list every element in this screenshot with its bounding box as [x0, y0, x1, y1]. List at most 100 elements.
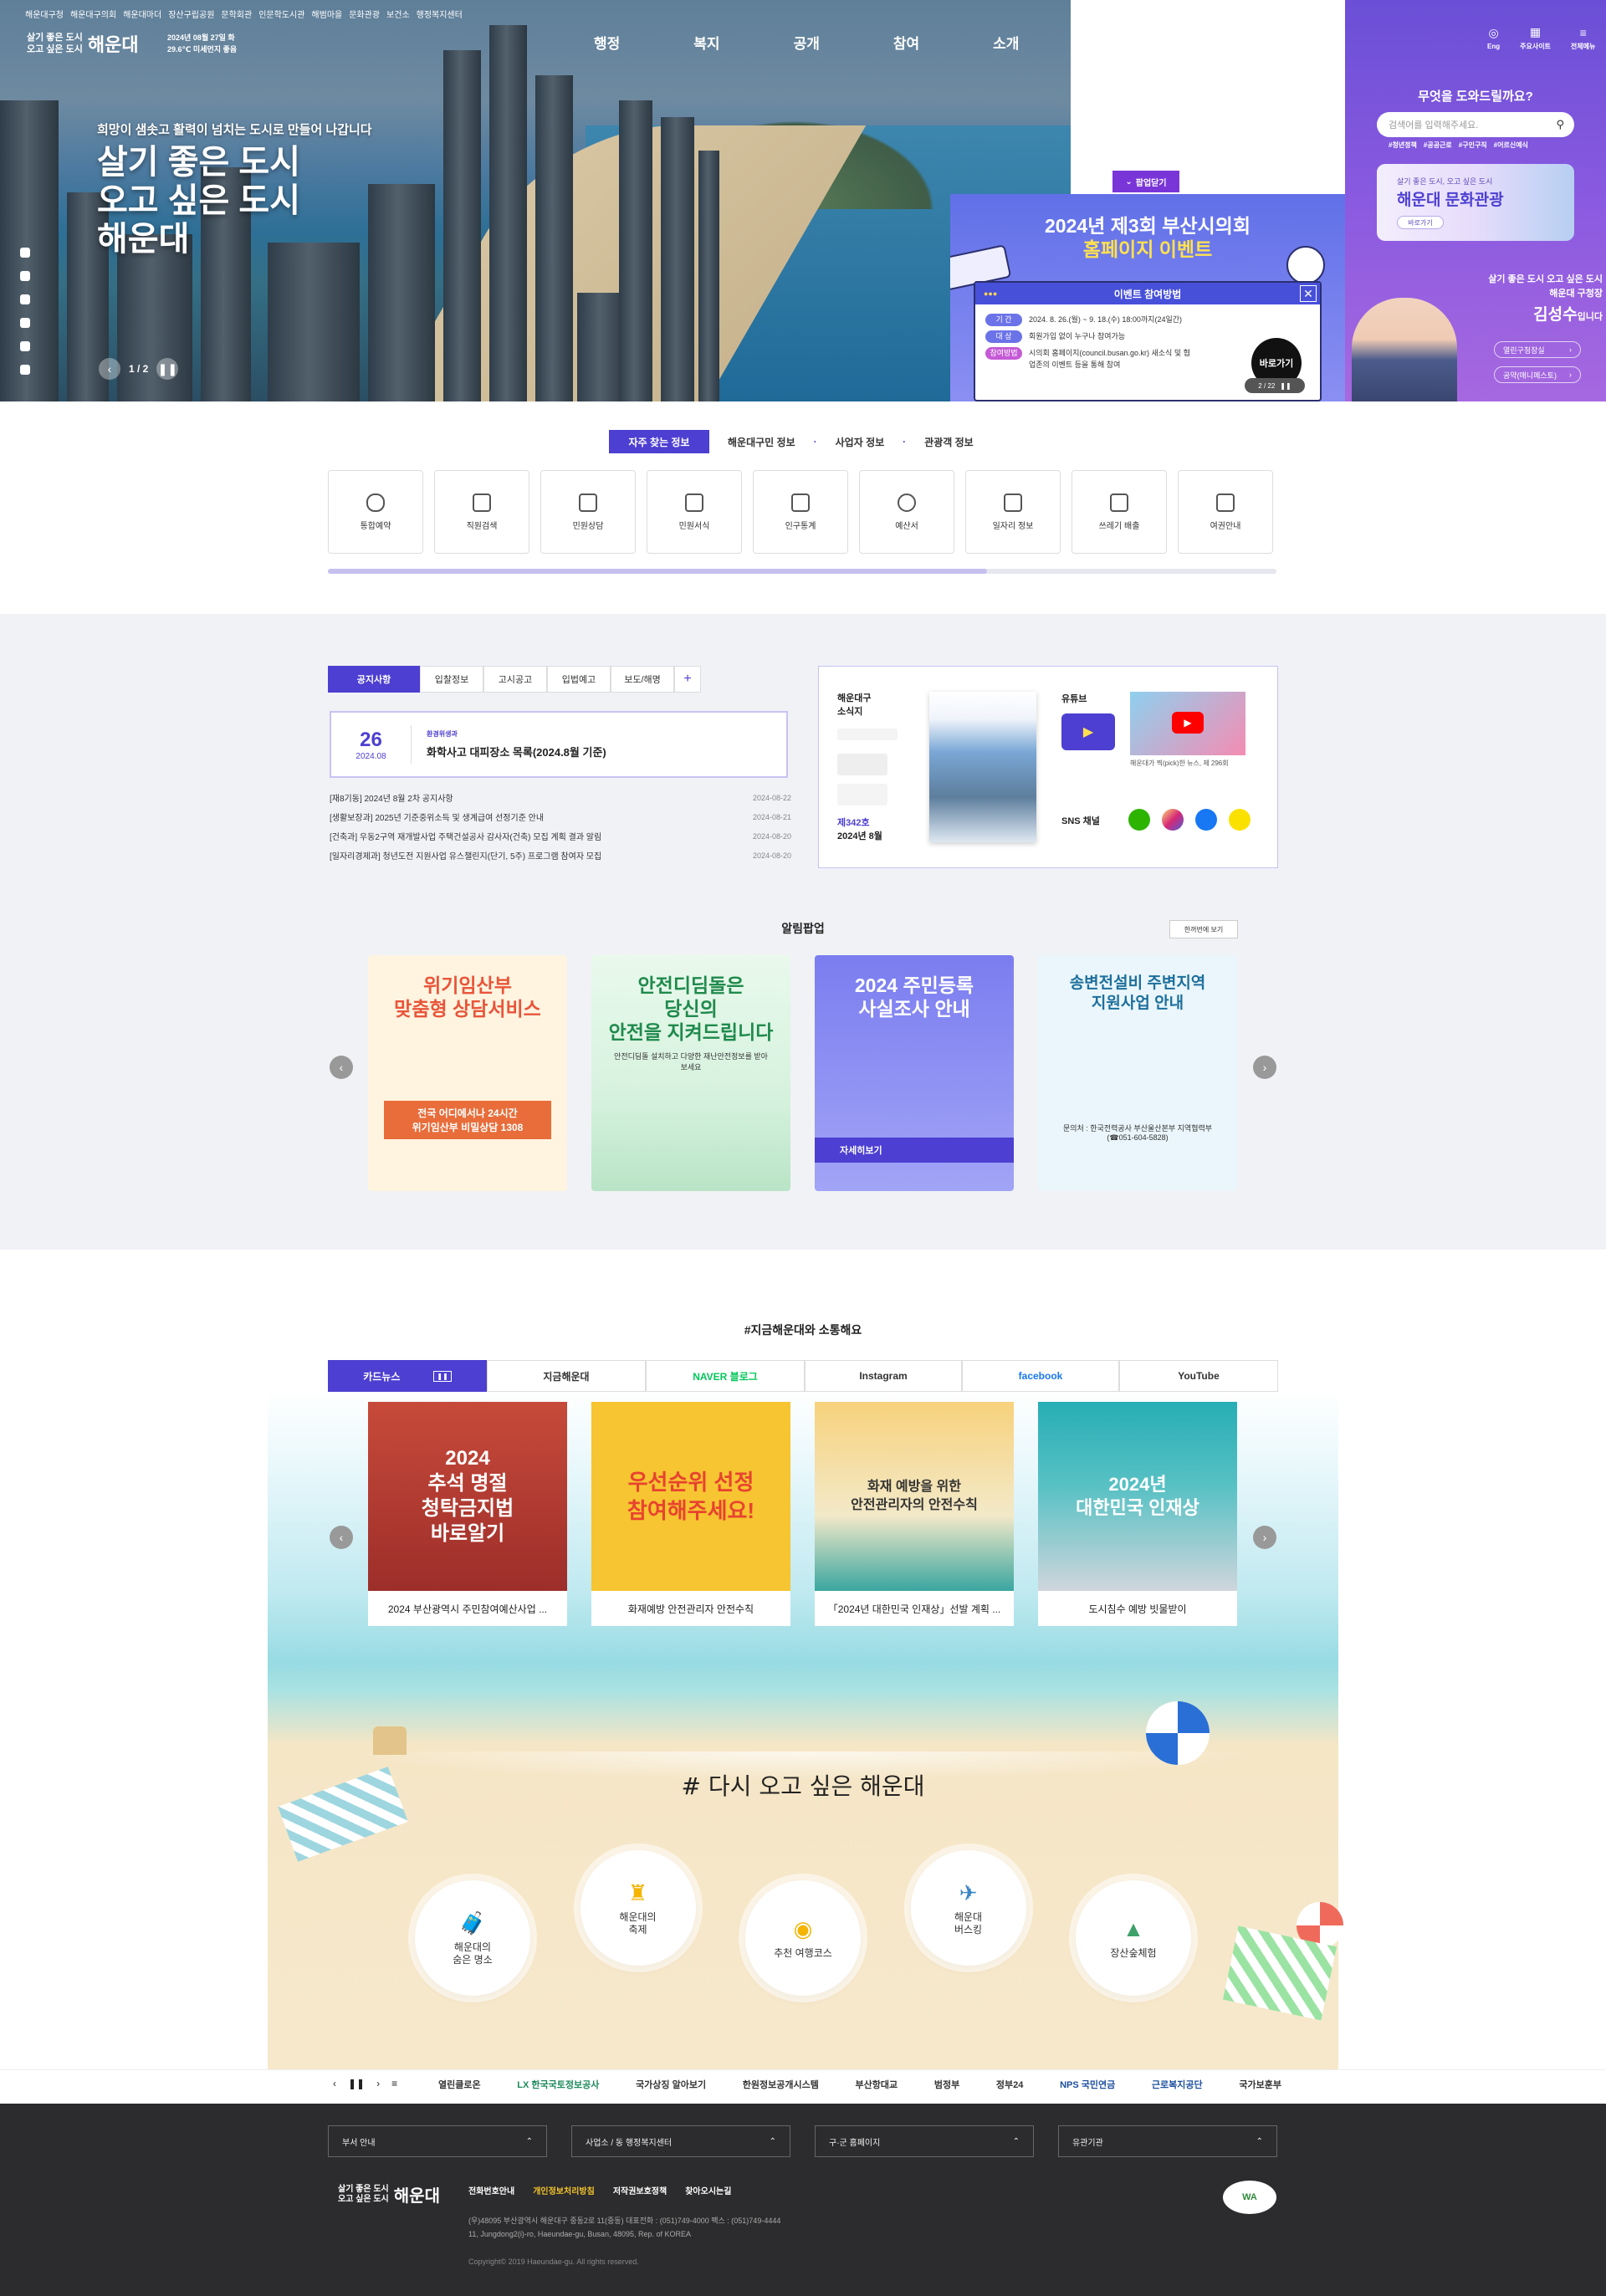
dept-select[interactable]: 부서 안내 ⌃	[328, 2125, 547, 2157]
tab-now-haeundae[interactable]: 지금해운대	[487, 1360, 646, 1392]
footer-link[interactable]: 찾아오시는길	[685, 2184, 731, 2196]
footer-link-privacy[interactable]: 개인정보처리방침	[533, 2184, 595, 2196]
tab-youtube[interactable]: YouTube	[1119, 1360, 1278, 1392]
quick-item-jobs[interactable]: 일자리 정보	[965, 470, 1061, 554]
facebook-icon[interactable]	[20, 248, 30, 258]
top-link[interactable]: 해범마을	[311, 8, 342, 20]
search-tag[interactable]: #구인구직	[1459, 141, 1487, 150]
youtube-icon[interactable]	[20, 365, 30, 375]
shortcut-forest[interactable]: ▲ 장산숲체험	[1076, 1880, 1191, 1996]
next-icon[interactable]: ›	[376, 2078, 380, 2089]
card-news-item[interactable]: 우선순위 선정 참여해주세요! 화재예방 안전관리자 안전수칙	[591, 1402, 790, 1626]
list-item[interactable]: [생활보장과] 2025년 기준중위소득 및 생계급여 선정기준 안내 2024-…	[330, 807, 791, 826]
popup-close-button[interactable]: ⌄ 팝업닫기	[1112, 171, 1179, 192]
quick-tab-resident[interactable]: 해운대구민 정보	[728, 435, 795, 449]
alert-card[interactable]: 안전디딤돌은 당신의 안전을 지켜드립니다 안전디딤돌 설치하고 다양한 재난안…	[591, 955, 790, 1191]
instagram-icon[interactable]	[20, 318, 30, 328]
kakao-icon[interactable]	[1229, 809, 1251, 831]
quick-tab-tourist[interactable]: 관광객 정보	[924, 435, 974, 449]
tab-notice[interactable]: 공지사항	[328, 666, 420, 693]
list-item[interactable]: [재8기동] 2024년 8월 2차 공지사항 2024-08-22	[330, 788, 791, 807]
culture-go-button[interactable]: 바로가기	[1397, 216, 1444, 229]
manifesto-button[interactable]: 공약(매니페스토) ›	[1494, 366, 1581, 383]
search-icon[interactable]: ⚲	[1556, 118, 1564, 131]
lang-button[interactable]: ◎ Eng	[1487, 25, 1500, 51]
banner-logo[interactable]: 부산항대교	[856, 2078, 898, 2091]
shortcut-hidden-spots[interactable]: 🧳 해운대의 숨은 명소	[415, 1880, 530, 1996]
pause-icon[interactable]: ❚❚	[1280, 382, 1291, 390]
footer-link[interactable]: 전화번호안내	[468, 2184, 514, 2196]
tab-announce[interactable]: 고시공고	[483, 666, 547, 693]
quick-tab-business[interactable]: 사업자 정보	[836, 435, 885, 449]
alert-card[interactable]: 송변전설비 주변지역 지원사업 안내 문의처 : 한국전력공사 부산울산본부 지…	[1038, 955, 1237, 1191]
tab-facebook[interactable]: facebook	[962, 1360, 1119, 1392]
shortcut-busking[interactable]: ✈ 해운대 버스킹	[910, 1850, 1026, 1966]
alert-prev-button[interactable]: ‹	[330, 1056, 353, 1079]
instagram-icon[interactable]	[1162, 809, 1184, 831]
tab-legislation[interactable]: 입법예고	[547, 666, 611, 693]
site-logo[interactable]: 살기 좋은 도시 오고 싶은 도시 해운대	[27, 30, 139, 57]
office-select[interactable]: 사업소 / 동 행정복지센터 ⌃	[571, 2125, 790, 2157]
quick-item-consult[interactable]: 민원상담	[540, 470, 636, 554]
banner-logo[interactable]: LX 한국국토정보공사	[517, 2078, 599, 2091]
prev-icon[interactable]: ‹	[333, 2078, 336, 2089]
twitter-icon[interactable]	[20, 294, 30, 304]
wa-certification-mark[interactable]: WA	[1223, 2181, 1276, 2214]
quick-scrollbar[interactable]	[328, 569, 1276, 574]
tab-bid[interactable]: 입찰정보	[420, 666, 483, 693]
hero-pause-button[interactable]: ❚❚	[156, 358, 179, 380]
sns-prev-button[interactable]: ‹	[330, 1526, 353, 1549]
pause-icon[interactable]: ❚❚	[433, 1370, 452, 1382]
list-icon[interactable]: ≡	[391, 2078, 397, 2089]
view-all-button[interactable]: 한꺼번에 보기	[1169, 920, 1238, 938]
shortcut-festival[interactable]: ♜ 해운대의 축제	[580, 1850, 696, 1966]
mayor-office-button[interactable]: 열린구청장실 ›	[1494, 341, 1581, 358]
tab-card-news[interactable]: 카드뉴스 ❚❚	[328, 1360, 487, 1392]
tab-instagram[interactable]: Instagram	[805, 1360, 962, 1392]
top-link[interactable]: 인문학도시관	[258, 8, 304, 20]
quick-item-staff[interactable]: 직원검색	[434, 470, 529, 554]
banner-logo[interactable]: 국가상징 알아보기	[636, 2078, 706, 2091]
band-icon[interactable]	[1128, 809, 1150, 831]
alert-card-foot[interactable]: 자세히보기	[815, 1138, 1014, 1163]
top-link[interactable]: 해운대구청	[25, 8, 64, 20]
quick-item-waste[interactable]: 쓰레기 배출	[1072, 470, 1167, 554]
district-select[interactable]: 구·군 홈페이지 ⌃	[815, 2125, 1034, 2157]
alert-card[interactable]: 2024 주민등록 사실조사 안내 자세히보기	[815, 955, 1014, 1191]
banner-logo[interactable]: 국가보훈부	[1239, 2078, 1281, 2091]
culture-tour-banner[interactable]: 살기 좋은 도시, 오고 싶은 도시 해운대 문화관광 바로가기	[1377, 164, 1574, 241]
alert-next-button[interactable]: ›	[1253, 1056, 1276, 1079]
banner-logo[interactable]: 근로복지공단	[1152, 2078, 1203, 2091]
search-input[interactable]: 검색어를 입력해주세요. ⚲	[1377, 112, 1574, 137]
scroll-thumb[interactable]	[328, 569, 987, 574]
banner-logo[interactable]: 열린클로온	[438, 2078, 481, 2091]
top-link[interactable]: 문학회관	[221, 8, 252, 20]
play-icon[interactable]: ▶	[1172, 712, 1204, 734]
tab-press[interactable]: 보도/해명	[611, 666, 674, 693]
banner-logo[interactable]: 범정부	[934, 2078, 959, 2091]
tab-naver-blog[interactable]: NAVER 블로그	[646, 1360, 805, 1392]
chat-icon[interactable]	[20, 271, 30, 281]
top-link[interactable]: 해운대마더	[123, 8, 161, 20]
quick-item-reservation[interactable]: 통합예약	[328, 470, 423, 554]
nav-participation[interactable]: 참여	[893, 32, 919, 53]
top-link[interactable]: 행정복지센터	[417, 8, 463, 20]
shortcut-course[interactable]: ◉ 추천 여행코스	[745, 1880, 861, 1996]
list-item[interactable]: [건축과] 우동2구역 재개발사업 주택건설공사 감사자(건축) 모집 계획 결…	[330, 826, 791, 846]
search-tag[interactable]: #어르신예식	[1494, 141, 1528, 150]
youtube-thumbnail[interactable]: ▶	[1130, 692, 1245, 755]
related-select[interactable]: 유관기관 ⌃	[1058, 2125, 1277, 2157]
sns-next-button[interactable]: ›	[1253, 1526, 1276, 1549]
top-link[interactable]: 해운대구의회	[70, 8, 116, 20]
quick-item-passport[interactable]: 여권안내	[1178, 470, 1273, 554]
banner-logo[interactable]: 정부24	[996, 2078, 1023, 2091]
card-news-item[interactable]: 2024년 대한민국 인재상 도시침수 예방 빗물받이	[1038, 1402, 1237, 1626]
featured-notice[interactable]: 26 2024.08 환경위생과 화학사고 대피장소 목록(2024.8월 기준…	[330, 711, 788, 778]
card-news-item[interactable]: 화재 예방을 위한 안전관리자의 안전수칙 「2024년 대한민국 인재상」선발…	[815, 1402, 1014, 1626]
top-link[interactable]: 보건소	[386, 8, 410, 20]
top-link[interactable]: 문화관광	[349, 8, 380, 20]
hero-prev-button[interactable]: ‹	[99, 358, 120, 380]
facebook-icon[interactable]	[1195, 809, 1217, 831]
pause-icon[interactable]: ❚❚	[348, 2078, 365, 2089]
alert-card[interactable]: 위기임산부 맞춤형 상담서비스 전국 어디에서나 24시간 위기임산부 비밀상담…	[368, 955, 567, 1191]
